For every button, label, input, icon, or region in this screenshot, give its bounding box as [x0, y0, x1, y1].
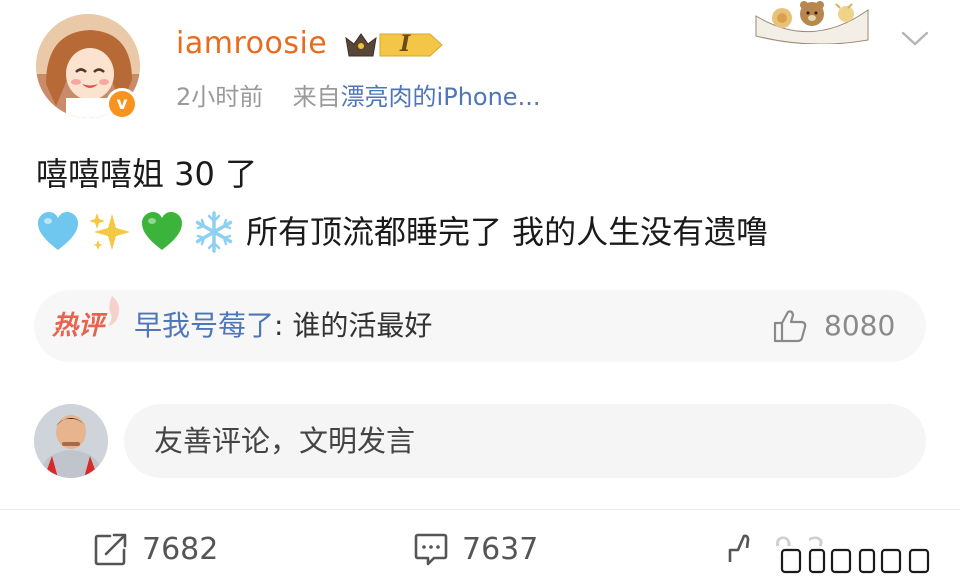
bear-sticker-icon	[755, 1, 869, 45]
hot-comment-separator: :	[274, 309, 293, 342]
decorative-sticker	[752, 0, 870, 45]
watermark-icon	[770, 546, 940, 578]
post-text-line-1: 嘻嘻嘻姐 30 了	[36, 155, 258, 193]
comment-count: 7637	[462, 531, 539, 567]
watermark-overlay	[770, 540, 940, 578]
verified-badge: v	[106, 88, 138, 120]
crown-icon	[345, 33, 443, 57]
chevron-down-icon	[901, 31, 929, 46]
post-source-link[interactable]: 漂亮肉的iPhone...	[341, 83, 541, 111]
hot-comment-username[interactable]: 早我号莓了	[134, 309, 274, 342]
hot-comment-like-count: 8080	[824, 309, 896, 342]
comment-input[interactable]	[124, 404, 926, 478]
post-time: 2小时前	[176, 83, 264, 111]
repost-count: 7682	[142, 531, 219, 567]
light-blue-heart-icon	[38, 212, 78, 250]
my-avatar-image	[34, 404, 108, 478]
hot-comment-body: 早我号莓了: 谁的活最好	[134, 306, 432, 346]
divider	[0, 509, 960, 510]
post-text-line-2-content: 所有顶流都睡完了 我的人生没有遗噜	[246, 213, 769, 251]
comment-icon	[414, 533, 448, 566]
thumbs-up-icon	[773, 310, 807, 343]
flame-icon	[100, 294, 126, 328]
hot-comment-tag: 热评	[52, 311, 105, 341]
thumbs-up-outline-icon	[728, 534, 750, 562]
hot-comment-like-button[interactable]	[772, 308, 808, 344]
post-meta: 2小时前 来自漂亮肉的iPhone...	[176, 80, 540, 114]
snowflake-icon	[195, 211, 233, 253]
repost-button[interactable]: 7682	[92, 524, 218, 574]
my-avatar[interactable]	[34, 404, 108, 478]
verified-icon: v	[109, 91, 135, 117]
more-options-button[interactable]	[900, 28, 930, 48]
source-prefix: 来自	[292, 83, 341, 111]
hot-comment-text: 谁的活最好	[292, 309, 433, 342]
vip-level-text: I	[400, 31, 411, 57]
post-text-line-2: 所有顶流都睡完了 我的人生没有遗噜	[36, 208, 768, 256]
comment-button[interactable]: 7637	[412, 524, 538, 574]
share-icon	[94, 533, 127, 566]
sparkles-icon	[89, 213, 130, 250]
green-heart-icon	[142, 212, 182, 250]
vip-level-badge[interactable]: I	[344, 28, 444, 62]
author-username[interactable]: iamroosie	[176, 24, 327, 64]
